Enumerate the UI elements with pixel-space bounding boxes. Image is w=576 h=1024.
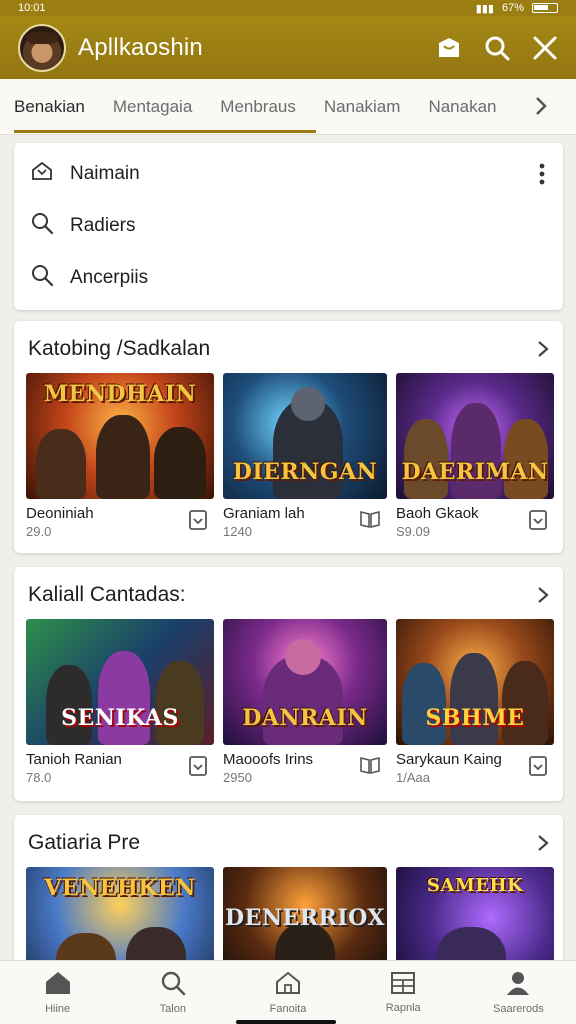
- search-icon: [30, 263, 70, 293]
- game-logo: DENERRIOX: [225, 905, 385, 931]
- battery-icon: [532, 3, 558, 13]
- search-row-radiers[interactable]: Radiers: [14, 200, 563, 252]
- game-logo: DAERIMAN: [401, 459, 549, 485]
- nav-label: Saarerods: [493, 1003, 544, 1015]
- search-row-ancerpiis[interactable]: Ancerpiis: [14, 252, 563, 304]
- game-size: 29.0: [26, 524, 52, 539]
- game-card[interactable]: SBHME Sarykaun Kaing 1/Aaa: [396, 619, 554, 785]
- game-thumbnail: DANRAIN: [223, 619, 387, 745]
- search-icon[interactable]: [484, 35, 510, 61]
- tab-benakian[interactable]: Benakian: [14, 79, 85, 135]
- chevron-right-icon[interactable]: [534, 94, 548, 123]
- search-icon: [30, 211, 70, 241]
- section-title: Gatiaria Pre: [28, 831, 141, 854]
- search-icon: [160, 970, 186, 1003]
- search-row-naimain[interactable]: Naimain: [14, 148, 563, 200]
- nav-favorites[interactable]: Fanoita: [230, 961, 345, 1024]
- tab-mentagaia[interactable]: Mentagaia: [113, 79, 192, 135]
- grid-icon: [390, 971, 416, 1002]
- avatar[interactable]: [18, 23, 66, 72]
- game-thumbnail: DIERNGAN: [223, 373, 387, 499]
- gesture-bar: [236, 1020, 336, 1024]
- store-icon[interactable]: [436, 36, 462, 60]
- home-outline-icon: [30, 160, 70, 188]
- app-title: Apllkaoshin: [78, 33, 203, 61]
- book-icon[interactable]: [359, 755, 381, 780]
- tab-nanakiam[interactable]: Nanakiam: [324, 79, 401, 135]
- download-icon[interactable]: [188, 755, 208, 782]
- download-icon[interactable]: [528, 509, 548, 536]
- signal-icon: ▮▮▮: [475, 2, 494, 15]
- game-thumbnail: SENIKAS: [26, 619, 214, 745]
- game-logo: DANRAIN: [242, 705, 368, 731]
- nav-label: Talon: [159, 1003, 186, 1015]
- tab-nanakan[interactable]: Nanakan: [428, 79, 496, 135]
- section-card-2: Kaliall Cantadas: SENIKAS Tanioh Ranian …: [14, 567, 563, 801]
- person-icon: [505, 970, 531, 1003]
- nav-label: Hiine: [45, 1003, 71, 1015]
- game-card[interactable]: DANRAIN Maooofs Irins 2950: [223, 619, 387, 785]
- nav-apps[interactable]: Rapnla: [346, 961, 461, 1024]
- game-logo: VENEHKEN: [44, 875, 196, 901]
- game-thumbnail: DAERIMAN: [396, 373, 554, 499]
- game-card[interactable]: DIERNGAN Graniam lah 1240: [223, 373, 387, 539]
- home-icon: [44, 970, 72, 1003]
- search-row-label: Radiers: [70, 215, 136, 236]
- game-card[interactable]: DAERIMAN Baoh Gkaok S9.09: [396, 373, 554, 539]
- bottom-nav: Hiine Talon Fanoita Rapnla Saarerods: [0, 960, 576, 1024]
- game-thumbnail: MENDHAIN: [26, 373, 214, 499]
- chevron-right-icon[interactable]: [537, 833, 549, 858]
- section-title: Kaliall Cantadas:: [28, 583, 186, 606]
- download-icon[interactable]: [528, 755, 548, 782]
- game-card[interactable]: SENIKAS Tanioh Ranian 78.0: [26, 619, 214, 785]
- tab-menbraus[interactable]: Menbraus: [220, 79, 296, 135]
- game-thumbnail: SBHME: [396, 619, 554, 745]
- app-bar: Apllkaoshin: [0, 16, 576, 79]
- nav-label: Rapnla: [385, 1002, 421, 1014]
- status-bar: 10:01 ▮▮▮ 67%: [0, 0, 576, 16]
- nav-home[interactable]: Hiine: [0, 961, 115, 1024]
- download-icon[interactable]: [188, 509, 208, 536]
- section-card-1: Katobing /Sadkalan MENDHAIN Deoniniah 29…: [14, 321, 563, 553]
- game-name: Tanioh Ranian: [26, 751, 122, 768]
- section-card-3: Gatiaria Pre VENEHKEN DENERRIOX SAMEHK: [14, 815, 563, 993]
- close-icon[interactable]: [532, 35, 558, 61]
- tab-bar: Benakian Mentagaia Menbraus Nanakiam Nan…: [0, 79, 576, 135]
- game-logo: DIERNGAN: [232, 459, 378, 485]
- nav-profile[interactable]: Saarerods: [461, 961, 576, 1024]
- search-row-label: Ancerpiis: [70, 267, 149, 288]
- nav-label: Fanoita: [269, 1003, 307, 1015]
- game-name: Deoniniah: [26, 505, 94, 522]
- status-time: 10:01: [18, 2, 46, 14]
- search-row-label: Naimain: [70, 163, 140, 184]
- more-vert-icon[interactable]: [539, 163, 545, 190]
- chevron-right-icon[interactable]: [537, 585, 549, 610]
- game-size: 78.0: [26, 770, 52, 785]
- nav-search[interactable]: Talon: [115, 961, 230, 1024]
- game-logo: SAMEHK: [426, 875, 524, 896]
- search-panel: Naimain Radiers Ancerpiis: [14, 143, 563, 310]
- battery-text: 67%: [501, 2, 524, 14]
- section-title: Katobing /Sadkalan: [28, 337, 211, 360]
- book-icon[interactable]: [359, 509, 381, 534]
- tab-indicator: [14, 130, 316, 133]
- house-outline-icon: [274, 970, 302, 1003]
- game-logo: SENIKAS: [61, 705, 179, 731]
- game-logo: MENDHAIN: [43, 381, 197, 407]
- chevron-right-icon[interactable]: [537, 339, 549, 364]
- game-card[interactable]: MENDHAIN Deoniniah 29.0: [26, 373, 214, 539]
- game-logo: SBHME: [425, 705, 525, 731]
